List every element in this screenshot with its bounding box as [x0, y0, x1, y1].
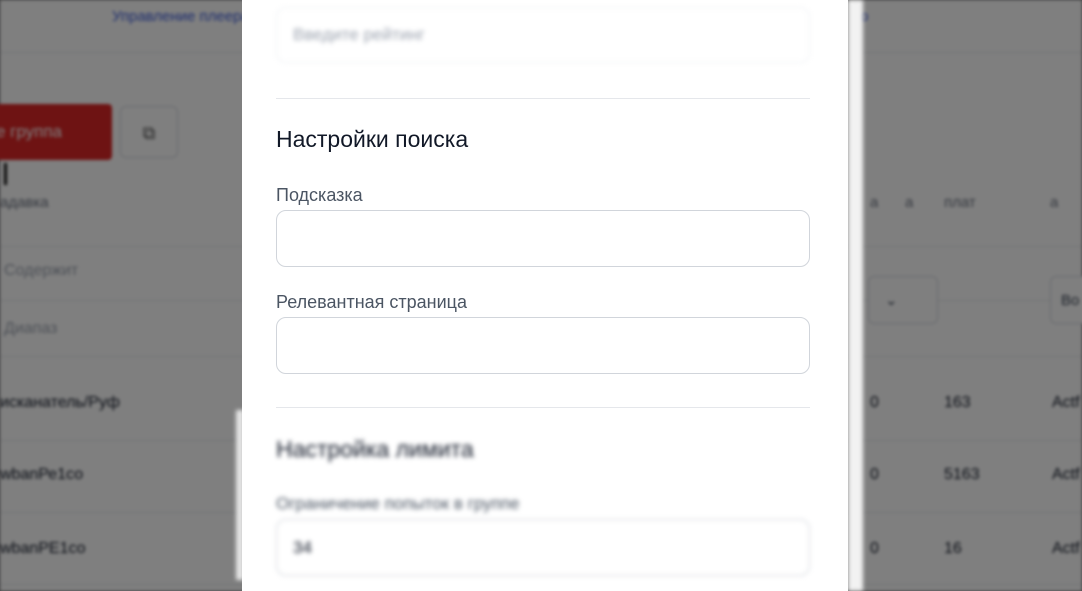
- search-settings-title: Настройки поиска: [276, 126, 469, 152]
- section-divider: [276, 407, 810, 408]
- limit-label: Ограничение попыток в группе: [276, 494, 520, 513]
- settings-modal: Настройки поиска Подсказка Релевантная с…: [242, 0, 848, 591]
- modal-scroll-edge: [848, 0, 863, 591]
- limit-input[interactable]: [276, 519, 810, 576]
- hint-label: Подсказка: [276, 185, 363, 205]
- hint-input[interactable]: [276, 210, 810, 267]
- relevant-page-label: Релевантная страница: [276, 292, 467, 312]
- relevant-page-input[interactable]: [276, 317, 810, 374]
- section-divider: [276, 98, 810, 99]
- limit-settings-title: Настройка лимита: [276, 436, 474, 462]
- rating-input[interactable]: [276, 7, 810, 63]
